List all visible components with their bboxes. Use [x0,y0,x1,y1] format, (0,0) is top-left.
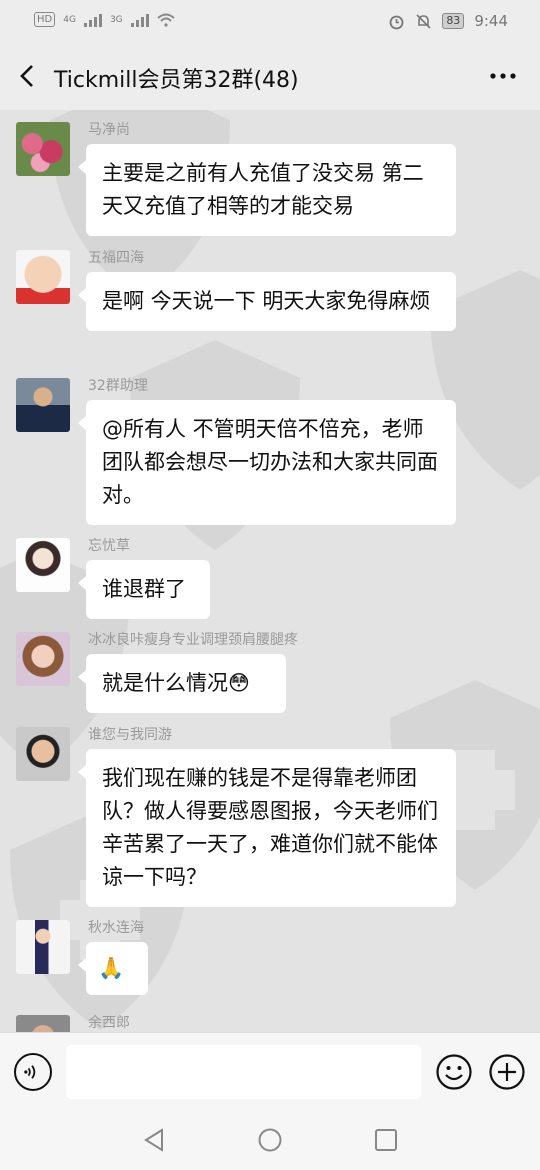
message-bubble[interactable]: 🙏 [78,942,148,995]
avatar[interactable] [16,122,70,176]
clock: 9:44 [474,12,508,30]
message-input[interactable] [66,1045,421,1099]
message-bubble[interactable]: @所有人 不管明天倍不倍充，老师团队都会想尽一切办法和大家共同面对。 [78,400,456,525]
avatar[interactable] [16,920,70,974]
signal-icon-2 [130,13,149,27]
network-type-2: 3G [109,14,123,25]
sender-name: 冰冰良咔瘦身专业调理颈肩腰腿疼 [88,632,298,648]
chat-title: Tickmill会员第32群(48) [54,68,299,93]
network-type-1: 4G [63,14,76,25]
nav-recents-icon[interactable] [372,1126,400,1154]
voice-input-icon[interactable] [14,1053,52,1091]
plus-icon[interactable] [488,1053,526,1091]
message-bubble[interactable]: 主要是之前有人充值了没交易 第二天又充值了相等的才能交易 [78,144,456,236]
hd-badge: HD [34,12,56,27]
message-bubble[interactable]: 我们现在赚的钱是不是得靠老师团队？做人得要感恩图报，今天老师们辛苦累了一天了，难… [78,749,456,907]
sender-name: 马净尚 [88,122,130,138]
nav-home-icon[interactable] [256,1126,284,1154]
avatar[interactable] [16,727,70,781]
avatar[interactable] [16,250,70,304]
message-bubble[interactable]: 就是什么情况😳 [78,654,286,713]
message-bubble[interactable]: 是啊 今天说一下 明天大家免得麻烦 [78,272,456,331]
more-options-icon[interactable] [488,66,518,86]
sender-name: 忘忧草 [88,538,130,554]
message-list[interactable]: 马净尚 主要是之前有人充值了没交易 第二天又充值了相等的才能交易 五福四海 是啊… [0,110,540,1032]
sender-name: 谁您与我同游 [88,727,172,743]
status-right: 83 9:44 [388,12,508,30]
status-left: HD 4G 3G [34,12,175,27]
status-bar: HD 4G 3G 83 9:44 [0,0,540,44]
input-bar [0,1032,540,1113]
signal-icon [83,13,102,27]
mute-bell-icon [416,13,431,29]
message-bubble[interactable]: 谁退群了 [78,560,210,619]
avatar[interactable] [16,1015,70,1032]
alarm-icon [389,15,404,29]
back-arrow-icon[interactable] [16,62,44,90]
system-nav-bar [0,1112,540,1170]
emoji-icon[interactable] [435,1053,473,1091]
wifi-icon [156,13,175,27]
chat-header: Tickmill会员第32群(48) [0,44,540,110]
sender-name: 余西郎 [88,1015,130,1031]
avatar[interactable] [16,378,70,432]
sender-name: 32群助理 [88,378,148,394]
avatar[interactable] [16,538,70,592]
nav-back-icon[interactable] [140,1126,168,1154]
avatar[interactable] [16,632,70,686]
battery-indicator: 83 [442,13,465,29]
sender-name: 秋水连海 [88,920,144,936]
sender-name: 五福四海 [88,250,144,266]
